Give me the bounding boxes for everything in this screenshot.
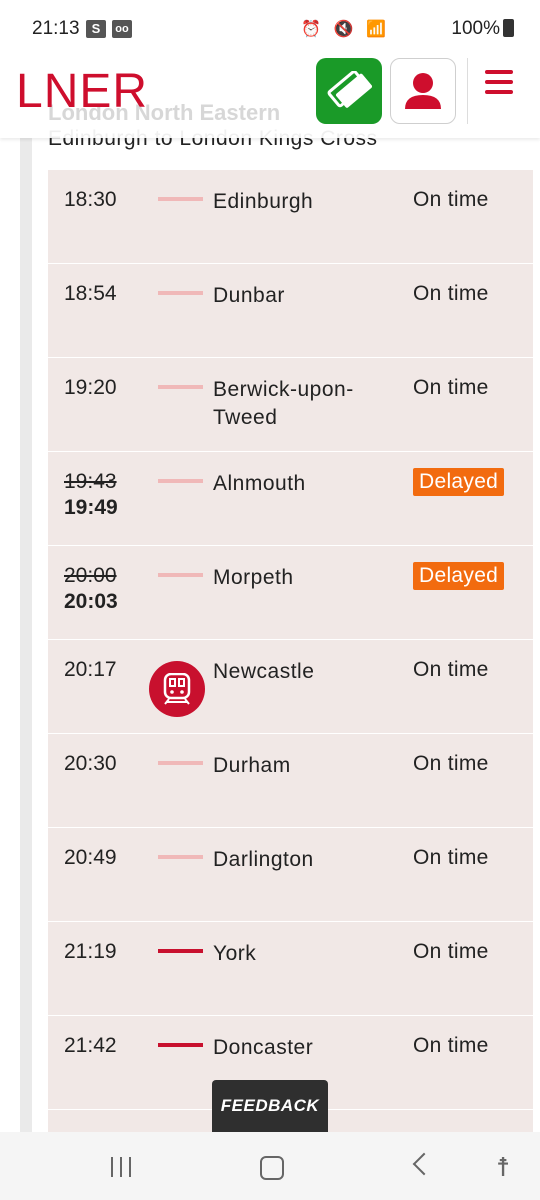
account-button[interactable]	[390, 58, 456, 124]
stop-station: York	[213, 942, 257, 965]
stop-row[interactable]: 20:17 Newcastle On time	[48, 640, 533, 734]
stop-row[interactable]: 19:43 19:49 Alnmouth Delayed	[48, 452, 533, 546]
timeline-tick	[158, 949, 203, 953]
train-icon	[163, 673, 191, 705]
status-icons: ⏰ 🔇 📶	[301, 21, 390, 38]
stop-row[interactable]: 20:00 20:03 Morpeth Delayed	[48, 546, 533, 640]
tickets-button[interactable]	[316, 58, 382, 124]
stop-status: On time	[413, 188, 489, 211]
timeline-tick	[158, 1043, 203, 1047]
header-divider	[467, 58, 468, 124]
scheduled-time: 19:43	[64, 470, 117, 493]
stop-station: Dunbar	[213, 284, 285, 307]
calling-points-list: 18:30 Edinburgh On time 18:54 Dunbar On …	[48, 170, 533, 1151]
battery-icon	[503, 19, 514, 37]
page-gutter	[20, 138, 32, 1138]
back-icon[interactable]	[412, 1152, 436, 1176]
timeline-tick	[158, 479, 203, 483]
app-header: London North Eastern LNER	[0, 46, 540, 138]
stop-time: 18:30	[64, 188, 117, 211]
stop-station: Darlington	[213, 848, 314, 871]
train-position-marker	[149, 661, 205, 717]
stop-station: Edinburgh	[213, 190, 314, 213]
stop-status: On time	[413, 282, 489, 305]
voicemail-icon: oo	[112, 20, 132, 38]
android-nav-bar: ☨	[0, 1132, 540, 1200]
timeline-tick	[158, 761, 203, 765]
stop-time: 20:17	[64, 658, 117, 681]
stop-status: On time	[413, 940, 489, 963]
timeline-tick	[158, 855, 203, 859]
stop-station: Doncaster	[213, 1036, 314, 1059]
timeline-tick	[158, 385, 203, 389]
stop-time: 19:20	[64, 376, 117, 399]
feedback-button[interactable]: FEEDBACK	[212, 1080, 328, 1132]
recent-apps-icon[interactable]	[109, 1157, 133, 1177]
stop-row[interactable]: 21:19 York On time	[48, 922, 533, 1016]
delayed-badge: Delayed	[413, 562, 505, 590]
home-icon[interactable]	[260, 1156, 284, 1180]
stop-station: Alnmouth	[213, 472, 306, 495]
status-bar: 21:13 S oo ⏰ 🔇 📶 100%	[0, 0, 540, 46]
stop-time: 20:00 20:03	[64, 564, 118, 614]
timeline-tick	[158, 573, 203, 577]
stop-station: Newcastle	[213, 660, 315, 683]
stop-time: 20:49	[64, 846, 117, 869]
lner-logo[interactable]: LNER	[16, 66, 148, 118]
status-time: 21:13	[32, 18, 80, 39]
stop-status: On time	[413, 1034, 489, 1057]
scheduled-time: 20:00	[64, 564, 117, 587]
stop-time: 20:30	[64, 752, 117, 775]
menu-button[interactable]	[485, 70, 517, 110]
stop-status: On time	[413, 658, 489, 681]
stop-status: On time	[413, 376, 489, 399]
stop-row[interactable]: 20:30 Durham On time	[48, 734, 533, 828]
expected-time: 19:49	[64, 496, 118, 519]
stop-time: 21:42	[64, 1034, 117, 1057]
stop-status: On time	[413, 846, 489, 869]
timeline-tick	[158, 197, 203, 201]
stop-row[interactable]: 20:49 Darlington On time	[48, 828, 533, 922]
stop-time: 21:19	[64, 940, 117, 963]
battery-indicator: 100%	[451, 18, 514, 40]
accessibility-icon[interactable]: ☨	[496, 1152, 510, 1183]
ticket-icon	[327, 71, 372, 108]
delayed-badge: Delayed	[413, 468, 505, 496]
stop-row[interactable]: 19:20 Berwick-upon-Tweed On time	[48, 358, 533, 452]
battery-percent: 100%	[451, 18, 500, 39]
stop-row[interactable]: 18:30 Edinburgh On time	[48, 170, 533, 264]
stop-time: 18:54	[64, 282, 117, 305]
expected-time: 20:03	[64, 590, 118, 613]
user-icon	[405, 73, 441, 109]
stop-status: On time	[413, 752, 489, 775]
timeline-tick	[158, 291, 203, 295]
s-badge-icon: S	[86, 20, 106, 38]
hamburger-icon	[485, 70, 513, 74]
stop-time: 19:43 19:49	[64, 470, 118, 520]
stop-station: Durham	[213, 754, 291, 777]
stop-station: Berwick-upon-Tweed	[213, 378, 354, 429]
stop-row[interactable]: 18:54 Dunbar On time	[48, 264, 533, 358]
stop-station: Morpeth	[213, 566, 294, 589]
